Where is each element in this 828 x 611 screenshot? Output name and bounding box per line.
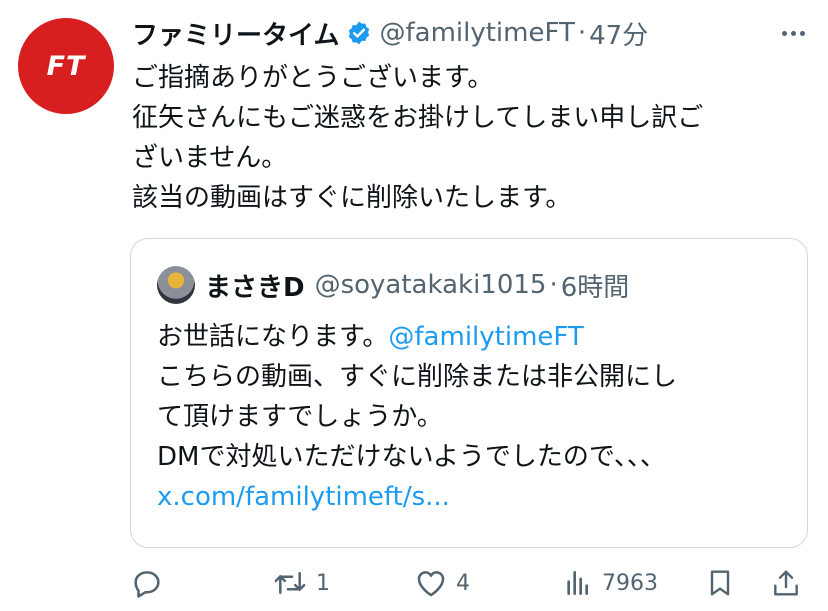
quoted-text-prefix: お世話になります。 <box>157 322 389 352</box>
tweet-text-line: ざいません。 <box>132 143 288 173</box>
display-name[interactable]: ファミリータイム <box>132 15 339 52</box>
reply-button[interactable] <box>130 560 172 606</box>
retweet-count: 1 <box>316 570 330 596</box>
like-icon <box>414 566 448 600</box>
retweet-button[interactable]: 1 <box>272 560 330 606</box>
bookmark-button[interactable] <box>704 560 736 606</box>
avatar[interactable]: FT <box>18 18 114 114</box>
timestamp[interactable]: 47分 <box>589 15 648 52</box>
more-icon[interactable] <box>776 20 810 46</box>
like-button[interactable]: 4 <box>414 560 470 606</box>
quoted-timestamp: 6時間 <box>560 272 630 303</box>
quoted-handle: @soyatakaki1015 <box>314 270 547 300</box>
share-button[interactable] <box>770 560 802 606</box>
views-icon <box>562 566 594 600</box>
quoted-tweet-text: お世話になります。@familytimeFT こちらの動画、すぐに削除または非公… <box>157 317 787 517</box>
mention-link[interactable]: @familytimeFT <box>388 322 583 352</box>
quoted-display-name: まさきD <box>205 272 305 303</box>
quoted-text-line: お世話になります。@familytimeFT <box>157 317 787 357</box>
quoted-text-line: こちらの動画、すぐに削除または非公開にし <box>157 362 678 392</box>
views-count: 7963 <box>602 570 658 596</box>
views-button[interactable]: 7963 <box>562 560 658 606</box>
quoted-avatar <box>157 266 195 304</box>
quoted-tweet-card[interactable]: まさきD @soyatakaki1015 · 6時間 お世話になります。@fam… <box>130 238 808 548</box>
quoted-tweet-header: まさきD @soyatakaki1015 · 6時間 <box>157 265 629 305</box>
tweet-text-line: 該当の動画はすぐに削除いたします。 <box>132 183 572 213</box>
separator-dot: · <box>577 18 587 48</box>
tweet-header: ファミリータイム @familytimeFT · 47分 <box>132 11 768 55</box>
quoted-text-line: て頂けますでしょうか。 <box>157 402 443 432</box>
retweet-icon <box>272 566 308 600</box>
tweet-text-line: 征矢さんにもご迷惑をお掛けしてしまい申し訳ご <box>132 103 704 133</box>
action-bar: 1 4 7963 <box>130 560 810 606</box>
bookmark-icon <box>704 566 736 600</box>
tweet-text: ご指摘ありがとうございます。 征矢さんにもご迷惑をお掛けしてしまい申し訳ご ざい… <box>132 58 792 218</box>
avatar-logo-text: FT <box>46 50 86 82</box>
reply-icon <box>130 566 164 600</box>
quoted-text-line: DMで対処いただけないようでしたので、、、 <box>157 442 666 472</box>
tweet-text-line: ご指摘ありがとうございます。 <box>132 63 494 93</box>
url-link[interactable]: x.com/familytimeft/s... <box>157 477 787 517</box>
share-icon <box>770 566 802 600</box>
quoted-separator-dot: · <box>549 270 558 300</box>
verified-badge-icon <box>346 20 372 46</box>
like-count: 4 <box>456 570 470 596</box>
handle[interactable]: @familytimeFT <box>379 18 574 48</box>
